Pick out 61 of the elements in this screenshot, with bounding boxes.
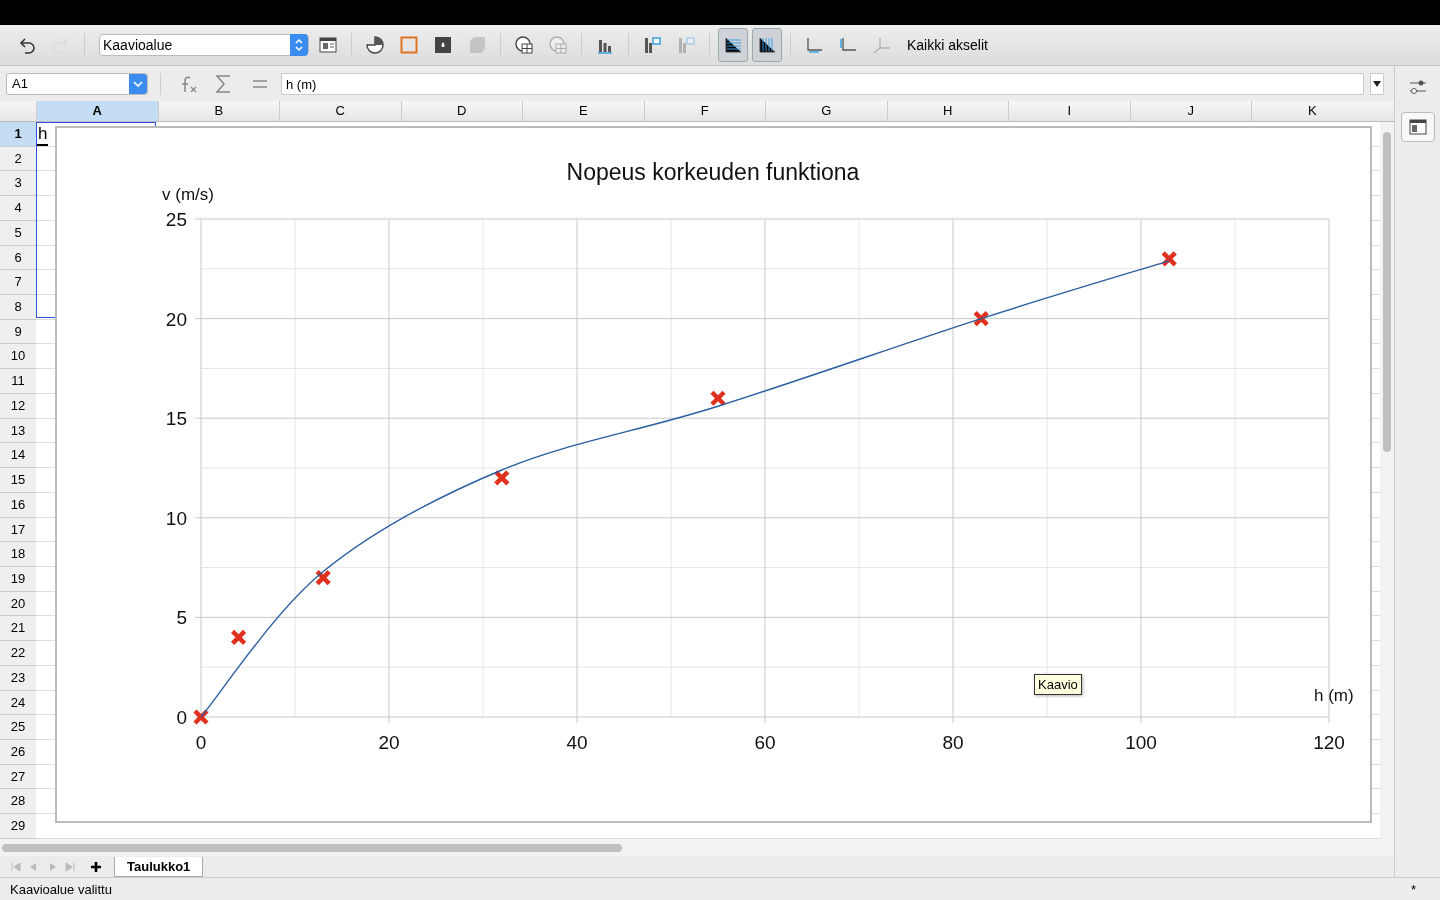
column-header[interactable]: C <box>279 101 401 121</box>
add-sheet-icon[interactable] <box>90 860 102 873</box>
y-tick-label: 10 <box>165 507 187 529</box>
y-tick-label: 25 <box>165 209 187 230</box>
y-tick-label: 0 <box>176 707 187 728</box>
caret-down-icon <box>1373 80 1381 87</box>
vertical-scrollbar[interactable] <box>1383 132 1391 452</box>
row-header[interactable]: 5 <box>0 220 36 246</box>
column-header[interactable]: E <box>522 101 644 121</box>
chart-element-dropdown[interactable]: Kaavioalue <box>99 34 309 56</box>
panel-button[interactable] <box>1400 112 1435 142</box>
row-header[interactable]: 3 <box>0 171 36 197</box>
x-tick-label: 20 <box>378 732 400 753</box>
column-header[interactable]: G <box>765 101 887 121</box>
x-tick-label: 40 <box>566 732 588 753</box>
x-tick-label: 0 <box>195 732 207 753</box>
table-cell: h <box>37 124 49 146</box>
x-tick-label: 100 <box>1125 732 1157 753</box>
column-header[interactable]: J <box>1129 101 1251 121</box>
x-tick-label: 120 <box>1313 732 1345 753</box>
y-tick-label: 5 <box>176 607 187 629</box>
row-header[interactable]: 1 <box>0 122 36 147</box>
column-header[interactable]: A <box>36 101 158 121</box>
y-tick-label: 20 <box>165 308 187 330</box>
wall-icon <box>432 34 454 56</box>
column-header[interactable]: D <box>400 101 522 121</box>
data-range-icon <box>547 34 569 56</box>
hgrid-button[interactable] <box>718 28 748 62</box>
x-tick-label: 80 <box>942 732 964 753</box>
panel-icon <box>1408 119 1427 135</box>
x-tick-label: 60 <box>754 732 776 753</box>
chart-title: Nopeus korkeuden funktiona <box>566 159 860 185</box>
row-header[interactable]: 6 <box>0 245 36 271</box>
expand-formula-button[interactable] <box>1370 72 1384 95</box>
status-text: Kaavioalue valittu <box>10 881 112 897</box>
modified-indicator: * <box>1410 881 1416 897</box>
column-header[interactable]: F <box>643 101 765 121</box>
column-header[interactable]: B <box>157 101 279 121</box>
vgrid-button[interactable] <box>752 28 782 62</box>
square-outline-icon <box>398 34 420 56</box>
name-box[interactable]: A1 <box>6 72 148 95</box>
column-header[interactable]: I <box>1008 101 1130 121</box>
data-table-icon <box>513 34 535 56</box>
row-header[interactable]: 8 <box>0 295 36 320</box>
axes-label: Kaikki akselit <box>907 37 988 53</box>
sheet-tab[interactable]: Taulukko1 <box>114 856 204 877</box>
row-header[interactable]: 4 <box>0 196 36 221</box>
column-header[interactable]: H <box>886 101 1008 121</box>
y-tick-label: 15 <box>165 408 187 430</box>
horizontal-scrollbar[interactable] <box>2 843 622 852</box>
stepper-icon <box>294 38 304 52</box>
tooltip: Kaavio <box>1034 674 1082 695</box>
format-selection-icon <box>317 34 339 56</box>
pie-chart-icon <box>364 34 386 56</box>
chevron-down-icon <box>133 79 143 88</box>
x-axis-label: h (m) <box>1314 686 1354 705</box>
row-header[interactable]: 7 <box>0 270 36 296</box>
row-header[interactable]: 2 <box>0 146 36 172</box>
column-header[interactable]: K <box>1251 101 1373 121</box>
formula-input[interactable]: h (m) <box>281 72 1364 95</box>
y-axis-label: v (m/s) <box>162 185 214 204</box>
